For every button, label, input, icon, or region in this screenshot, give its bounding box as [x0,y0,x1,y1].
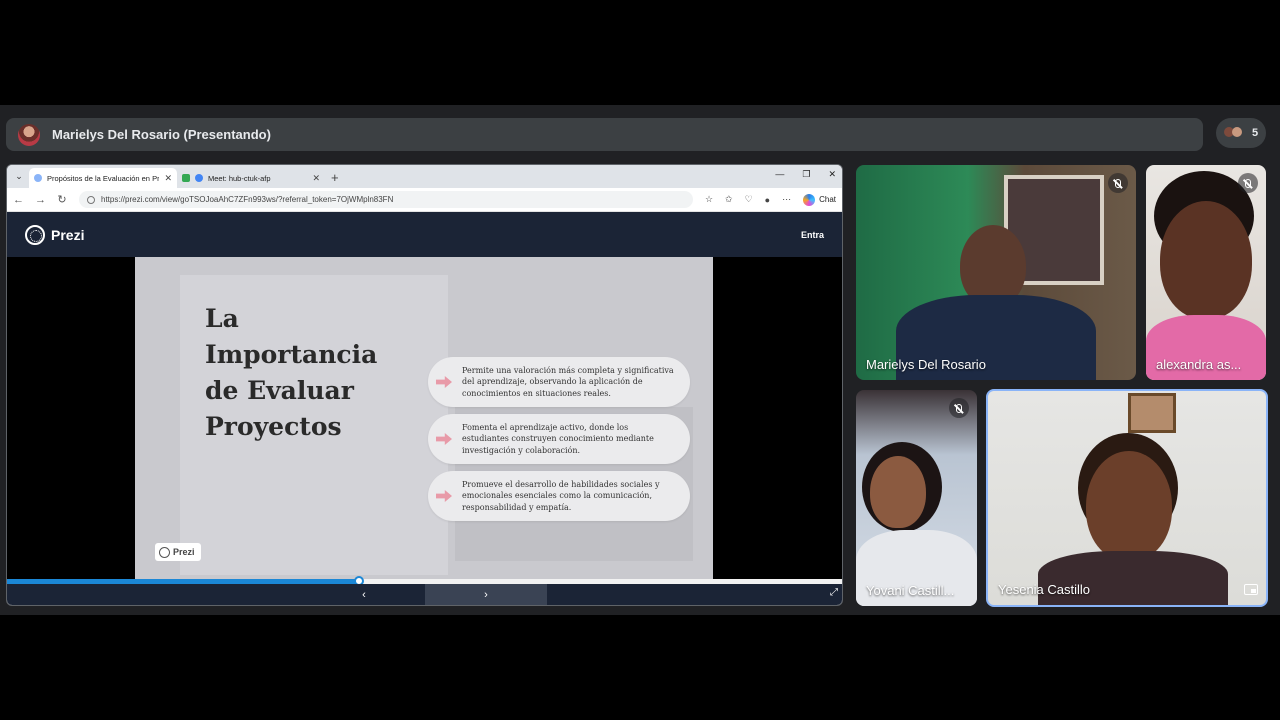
next-step-button[interactable]: › [425,584,547,605]
slide-point-text: Fomenta el aprendizaje activo, donde los… [462,422,654,455]
slide: La Importancia de Evaluar Proyectos Perm… [135,257,713,579]
participant-body [1038,551,1228,605]
tab-title: Propósitos de la Evaluación en Pro [47,173,160,183]
prezi-watermark-icon [159,546,170,558]
copilot-icon [803,193,816,206]
participant-face [1160,201,1252,319]
tab-title: Meet: hub-ctuk-afp [208,173,271,183]
presenter-bar: Marielys Del Rosario (Presentando) [6,118,1203,151]
copilot-chat-button[interactable]: Chat [803,193,836,206]
slide-point: Promueve el desarrollo de habilidades so… [428,471,690,521]
close-tab-icon[interactable]: ✕ [164,173,172,184]
participant-tile[interactable]: Yovani Castill... [856,390,977,606]
muted-mic-icon [1108,173,1128,193]
prezi-watermark-text: Prezi [173,547,195,557]
slide-point: Permite una valoración más completa y si… [428,357,690,407]
window-controls: — ❐ ✕ [775,169,836,180]
presentation-viewer: La Importancia de Evaluar Proyectos Perm… [7,257,842,579]
site-info-icon[interactable] [87,195,95,204]
prezi-favicon-icon [34,174,42,182]
participant-name: Yesenia Castillo [998,582,1091,597]
participant-name: alexandra as... [1156,357,1242,372]
forward-icon[interactable]: → [35,194,46,206]
wall-picture [1128,393,1176,433]
slide-title-line: Proyectos [205,412,342,441]
picture-in-picture-icon[interactable] [1244,584,1258,595]
favorites-icon[interactable]: ✩ [725,194,733,205]
pink-arrow-icon [436,376,452,388]
slide-title-line: Importancia [205,340,378,369]
participants-avatars-icon [1223,125,1244,141]
prezi-watermark: Prezi [155,543,201,561]
close-window-icon[interactable]: ✕ [828,169,836,180]
participants-count: 5 [1251,127,1259,139]
pink-arrow-icon [436,490,452,502]
slide-title-line: La [205,304,239,333]
favorite-star-icon[interactable]: ☆ [705,194,713,205]
slide-title: La Importancia de Evaluar Proyectos [205,301,377,445]
minimize-icon[interactable]: — [775,169,784,180]
profile-icon[interactable]: ● [765,195,770,205]
address-bar[interactable]: https://prezi.com/view/goTSOJoaAhC7ZFn99… [79,191,693,208]
audio-indicator-icon [195,174,203,182]
fullscreen-icon[interactable]: ⤢ [830,587,838,598]
slide-point: Fomenta el aprendizaje activo, donde los… [428,414,690,464]
participant-name: Yovani Castill... [866,583,955,598]
slide-title-line: de Evaluar [205,376,354,405]
participant-tile-active-speaker[interactable]: Yesenia Castillo [986,389,1268,607]
slide-point-text: Permite una valoración más completa y si… [462,365,674,398]
prezi-header: Prezi Entra [7,212,842,257]
participant-tile[interactable]: alexandra as... [1146,165,1266,380]
browser-toolbar: ← → ↻ https://prezi.com/view/goTSOJoaAhC… [7,188,842,212]
prezi-logo-icon [25,224,45,245]
url-text: https://prezi.com/view/goTSOJoaAhC7ZFn99… [101,195,394,204]
tab-list-icon[interactable]: ⌄ [9,166,29,186]
prezi-logo[interactable]: Prezi [25,224,85,245]
muted-mic-icon [1238,173,1258,193]
participant-name: Marielys Del Rosario [866,357,986,372]
previous-step-button[interactable]: ‹ [303,584,425,605]
muted-mic-icon [949,398,969,418]
participant-face [1086,451,1172,561]
prezi-logo-text: Prezi [51,226,85,243]
tab-prezi[interactable]: Propósitos de la Evaluación en Pro ✕ [29,168,177,188]
tab-strip: ⌄ Propósitos de la Evaluación en Pro ✕ M… [7,165,842,188]
chevron-right-icon: › [484,588,488,601]
entra-link[interactable]: Entra [801,230,824,240]
chevron-left-icon: ‹ [362,588,366,601]
participant-face [870,456,926,528]
new-tab-icon[interactable]: + [331,170,339,185]
participant-tile[interactable]: Marielys Del Rosario [856,165,1136,380]
slide-point-text: Promueve el desarrollo de habilidades so… [462,479,660,512]
shared-browser-window: ⌄ Propósitos de la Evaluación en Pro ✕ M… [6,164,843,606]
close-tab-icon[interactable]: ✕ [312,173,320,184]
reload-icon[interactable]: ↻ [57,193,67,206]
meet-stage: Marielys Del Rosario (Presentando) 5 ⌄ P… [0,0,1280,720]
tab-meet[interactable]: Meet: hub-ctuk-afp ✕ [177,168,325,188]
browser-essentials-icon[interactable]: ♡ [745,194,753,205]
restore-icon[interactable]: ❐ [802,169,810,180]
more-options-icon[interactable]: ⋯ [782,194,791,205]
participants-button[interactable]: 5 [1216,118,1266,148]
presenter-name: Marielys Del Rosario (Presentando) [52,127,271,142]
meet-favicon-icon [182,174,190,182]
pink-arrow-icon [436,433,452,445]
back-icon[interactable]: ← [13,194,24,206]
chat-label: Chat [819,195,836,204]
presentation-controls: ‹ › ⤢ [7,584,842,605]
presenter-avatar [18,123,40,146]
